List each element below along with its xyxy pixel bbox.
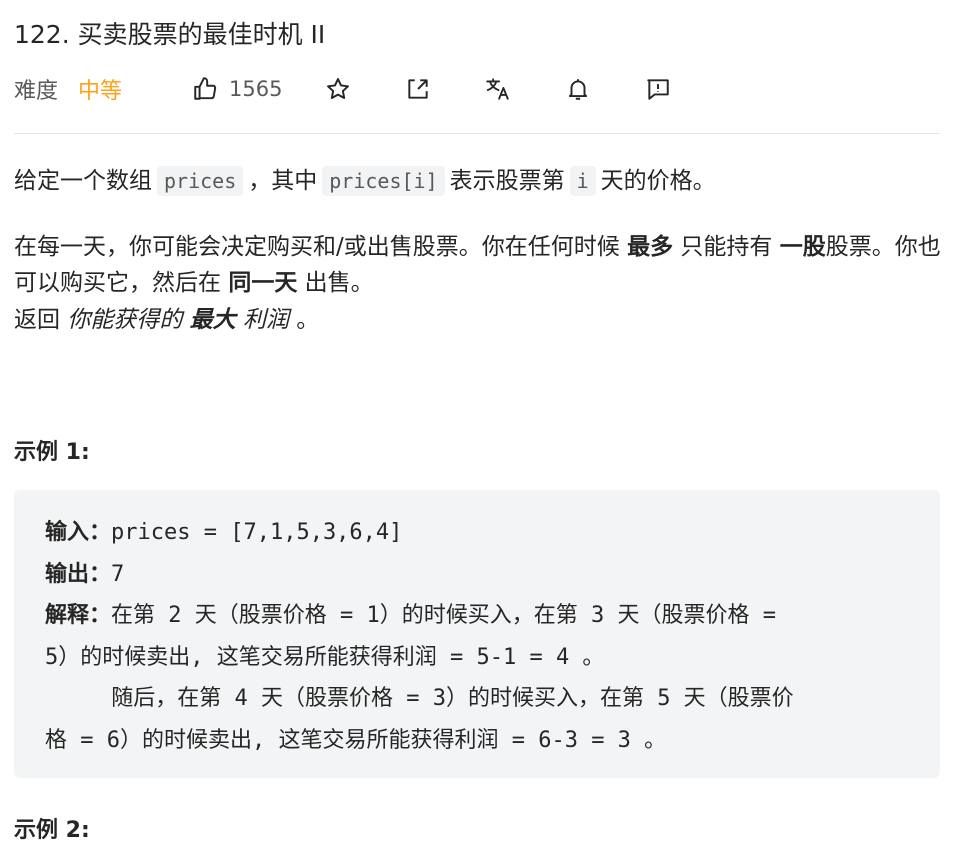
star-icon[interactable] [324, 75, 352, 103]
bold-italic-text: 最大 [189, 307, 236, 333]
like-count: 1565 [229, 77, 283, 101]
desc-text: 出售。 [304, 270, 374, 296]
input-value: prices = [7,1,5,3,6,4] [111, 520, 403, 545]
description-paragraph-1: 给定一个数组 prices ，其中 prices[i] 表示股票第 i 天的价格。 [14, 163, 944, 199]
italic-text: 你能获得的 [67, 307, 183, 333]
input-label: 输入： [45, 520, 112, 545]
difficulty-label: 难度 [14, 79, 59, 104]
share-icon[interactable] [404, 75, 432, 103]
difficulty-badge: 中等 [78, 79, 123, 104]
like-button[interactable]: 1565 [181, 70, 282, 108]
example-1-heading: 示例 1: [14, 440, 90, 465]
desc-text: 在每一天，你可能会决定购买和/或出售股票。你在任何时候 [14, 234, 620, 260]
explain-text: 在第 2 天（股票价格 = 1）的时候买入，在第 3 天（股票价格 = [111, 603, 776, 628]
example-1-block: 输入：prices = [7,1,5,3,6,4] 输出：7 解释：在第 2 天… [14, 490, 940, 778]
example-input-line: 输入：prices = [7,1,5,3,6,4] [45, 512, 910, 554]
output-value: 7 [111, 561, 125, 587]
desc-text: 表示股票第 [449, 168, 565, 194]
feedback-icon[interactable] [644, 75, 672, 103]
example-explain-line: 5）的时候卖出, 这笔交易所能获得利润 = 5-1 = 4 。 [45, 644, 605, 670]
bold-text: 同一天 [228, 270, 298, 296]
italic-text: 利润 [242, 307, 289, 333]
description-paragraph-2: 在每一天，你可能会决定购买和/或出售股票。你在任何时候 最多 只能持有 一股股票… [14, 229, 944, 301]
bell-icon[interactable] [564, 75, 592, 103]
desc-text: 。 [296, 307, 320, 333]
description-paragraph-3: 返回 你能获得的 最大 利润 。 [14, 302, 944, 338]
explain-label: 解释： [45, 603, 112, 628]
example-output-line: 输出：7 [45, 554, 910, 596]
desc-text: 返回 [14, 307, 60, 333]
desc-text: 只能持有 [680, 234, 773, 260]
example-explain-line: 解释：在第 2 天（股票价格 = 1）的时候买入，在第 3 天（股票价格 = [45, 595, 910, 637]
inline-code: prices[i] [322, 166, 445, 196]
example-explain-line: 随后，在第 4 天（股票价格 = 3）的时候买入，在第 5 天（股票价 [45, 686, 794, 711]
example-explain-line: 格 = 6）的时候卖出, 这笔交易所能获得利润 = 6-3 = 3 。 [45, 727, 667, 753]
desc-text: ，其中 [248, 168, 318, 194]
inline-code: prices [157, 166, 244, 196]
inline-code: i [569, 166, 596, 196]
desc-text: 天的价格。 [600, 168, 716, 194]
bold-text: 最多 [627, 234, 674, 260]
bold-text: 一股 [779, 234, 826, 260]
example-2-heading: 示例 2: [14, 818, 90, 843]
problem-meta-bar: 难度 中等 1565 [14, 70, 944, 108]
output-label: 输出： [45, 561, 112, 587]
translate-icon[interactable] [484, 75, 512, 103]
problem-title: 122. 买卖股票的最佳时机 II [14, 20, 326, 49]
header-divider [14, 133, 940, 134]
thumbs-up-icon [191, 75, 219, 103]
desc-text: 给定一个数组 [14, 168, 152, 194]
